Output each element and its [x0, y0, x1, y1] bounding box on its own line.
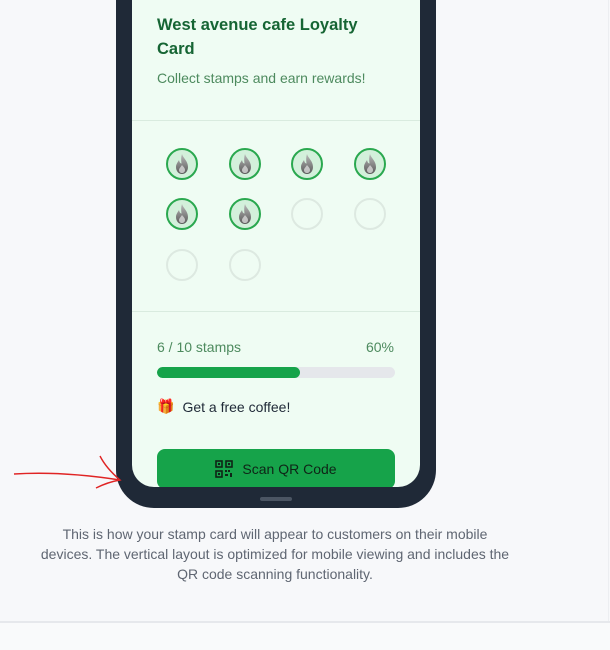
stamp-filled [291, 148, 323, 180]
qr-code-icon [215, 460, 234, 478]
preview-caption: This is how your stamp card will appear … [40, 526, 510, 582]
flame-icon [176, 204, 188, 224]
stamp-empty [354, 198, 386, 230]
flame-icon [239, 204, 251, 224]
progress-bar-fill [157, 367, 300, 378]
flame-icon [364, 154, 376, 174]
card-subtitle: Collect stamps and earn rewards! [157, 70, 366, 86]
loyalty-card-screen: West avenue cafe Loyalty Card Collect st… [132, 0, 420, 487]
page-right-divider [608, 0, 609, 622]
progress-bar [157, 367, 395, 378]
stamp-filled [354, 148, 386, 180]
stamp-filled [166, 148, 198, 180]
stamp-filled [166, 198, 198, 230]
scan-qr-code-button[interactable]: Scan QR Code [157, 449, 395, 487]
flame-icon [176, 154, 188, 174]
page-footer-bar [0, 621, 610, 650]
flame-icon [301, 154, 313, 174]
stamp-count-label: 6 / 10 stamps [157, 339, 242, 355]
annotation-arrow [13, 455, 122, 489]
stamp-filled [229, 198, 261, 230]
flame-icon [239, 154, 251, 174]
divider-bottom [132, 311, 420, 312]
stamp-empty [291, 198, 323, 230]
stamp-filled [229, 148, 261, 180]
stamp-empty [229, 249, 261, 281]
reward-info: 🎁 Get a free coffee! [157, 398, 290, 415]
phone-mockup: West avenue cafe Loyalty Card Collect st… [116, 0, 436, 508]
divider-top [132, 120, 420, 121]
gift-icon: 🎁 [157, 398, 175, 414]
stamp-empty [166, 249, 198, 281]
scan-button-label: Scan QR Code [242, 461, 337, 477]
home-indicator [260, 497, 292, 501]
reward-text: Get a free coffee! [182, 398, 291, 415]
card-title: West avenue cafe Loyalty Card [157, 16, 358, 58]
progress-percent: 60% [365, 339, 394, 355]
